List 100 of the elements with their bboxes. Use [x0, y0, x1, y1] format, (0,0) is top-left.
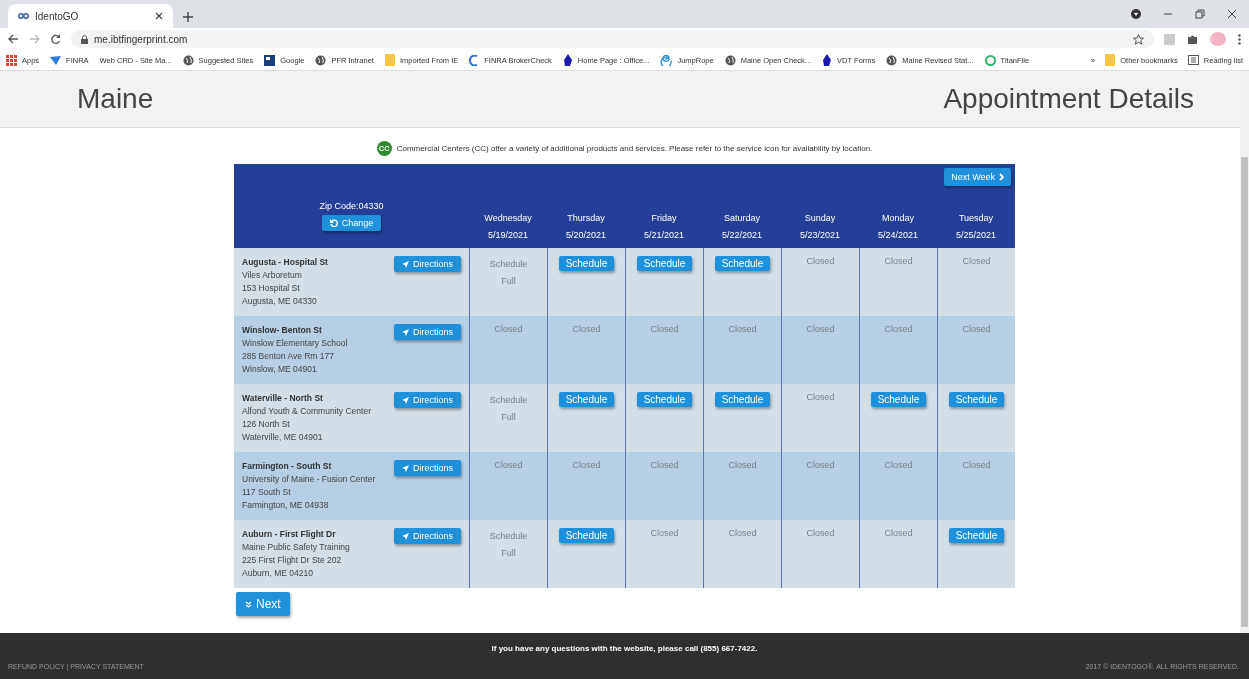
- avatar-icon: [1210, 32, 1226, 46]
- folder-icon: [1105, 54, 1116, 66]
- day-name: Monday: [882, 213, 914, 223]
- day-name: Thursday: [567, 213, 605, 223]
- location-name: Farmington - South St: [242, 460, 333, 473]
- location-name: Auburn - First Flight Dr: [242, 528, 337, 541]
- notice-text: Commercial Centers (CC) offer a variety of additional products and services. Please refer to the service icon for availability by location.: [396, 143, 873, 153]
- ring-icon: [984, 54, 996, 66]
- location-name: Winslow- Benton St: [242, 324, 323, 337]
- reload-icon: [50, 33, 61, 45]
- day-date: 5/24/2021: [877, 230, 918, 240]
- address-bar[interactable]: me.ibtfingerprint.com: [71, 30, 1154, 48]
- tile-icon: [264, 54, 276, 66]
- closed-status: Closed: [962, 324, 991, 336]
- extension-square-icon: [1164, 33, 1175, 45]
- site-logo-icon: [18, 13, 29, 19]
- day-name: Tuesday: [958, 213, 994, 223]
- close-icon: [155, 12, 163, 20]
- address-line: Viles Arboretum: [242, 269, 303, 282]
- closed-status: Closed: [572, 324, 601, 336]
- figure-icon: [822, 54, 833, 66]
- closed-status: Closed: [650, 460, 679, 472]
- forward-icon: [29, 34, 40, 44]
- address-line: Alfond Youth & Community Center: [242, 405, 371, 418]
- globe-icon: [182, 54, 194, 66]
- star-icon: [1133, 33, 1144, 45]
- closed-status: Closed: [884, 528, 913, 540]
- address-line: Winslow Elementary School: [242, 337, 348, 350]
- address-line: Maine Public Safety Training: [242, 541, 350, 554]
- page-title: Appointment Details: [943, 83, 1194, 115]
- close-icon: [1227, 9, 1237, 19]
- closed-status: Closed: [884, 460, 913, 472]
- closed-status: Closed: [806, 528, 835, 540]
- day-date: 5/25/2021: [955, 230, 996, 240]
- day-date: 5/22/2021: [721, 230, 762, 240]
- day-date: 5/23/2021: [799, 230, 840, 240]
- closed-status: Closed: [884, 256, 913, 268]
- day-name: Saturday: [724, 213, 760, 223]
- back-icon: [8, 34, 19, 44]
- location-name: Augusta - Hospital St: [242, 256, 328, 269]
- reading-list-icon: [1187, 55, 1199, 65]
- schedule-full-status: Schedule Full: [488, 394, 529, 424]
- state-title: Maine: [77, 83, 154, 115]
- schedule-full-status: Schedule Full: [488, 258, 529, 288]
- arc-icon: [469, 54, 480, 66]
- lock-icon: [81, 34, 88, 44]
- address-line: 153 Hospital St: [242, 282, 301, 295]
- address-line: Auburn, ME 04210: [242, 567, 314, 580]
- footer-message: If you have any questions with the website, please call (855) 667-7422.: [490, 643, 759, 653]
- address-line: Augusta, ME 04330: [242, 295, 318, 308]
- bird-icon: [50, 55, 62, 65]
- day-name: Wednesday: [484, 213, 532, 223]
- day-name: Friday: [651, 213, 677, 223]
- chevron-right-icon: [999, 173, 1004, 181]
- zip-code: Zip Code:04330: [319, 201, 384, 211]
- globe-icon: [315, 54, 327, 66]
- address-line: Winslow, ME 04901: [242, 363, 318, 376]
- address-line: 285 Benton Ave Rm 177: [242, 350, 335, 363]
- location-arrow-icon: [402, 396, 409, 404]
- scrollbar-thumb[interactable]: [1241, 157, 1248, 627]
- closed-status: Closed: [884, 324, 913, 336]
- closed-status: Closed: [806, 256, 835, 268]
- location-arrow-icon: [402, 328, 409, 336]
- day-date: 5/21/2021: [643, 230, 684, 240]
- url-text: me.ibtfingerprint.com: [94, 33, 188, 45]
- closed-status: Closed: [806, 392, 835, 404]
- schedule-full-status: Schedule Full: [488, 530, 529, 560]
- closed-status: Closed: [728, 324, 757, 336]
- address-line: Farmington, ME 04938: [242, 499, 330, 512]
- address-line: University of Maine - Fusion Center: [242, 473, 376, 486]
- day-name: Sunday: [804, 213, 836, 223]
- browser-tab[interactable]: IdentoGO: [8, 4, 173, 28]
- location-arrow-icon: [402, 532, 409, 540]
- address-line: 126 North St: [242, 418, 291, 431]
- globe-icon: [886, 54, 898, 66]
- closed-status: Closed: [806, 324, 835, 336]
- profile-dot-icon: [1131, 9, 1141, 19]
- address-line: Waterville, ME 04901: [242, 431, 324, 444]
- chevrons-down-icon: [245, 600, 252, 608]
- address-line: 225 First Flight Dr Ste 202: [242, 554, 343, 567]
- undo-icon: [329, 219, 338, 227]
- apps-grid-icon: [6, 54, 17, 66]
- globe-icon: [724, 54, 736, 66]
- location-arrow-icon: [402, 464, 409, 472]
- day-date: 5/20/2021: [565, 230, 606, 240]
- closed-status: Closed: [494, 460, 523, 472]
- closed-status: Closed: [728, 460, 757, 472]
- day-date: 5/19/2021: [487, 230, 528, 240]
- address-line: 117 South St: [242, 486, 292, 499]
- closed-status: Closed: [494, 324, 523, 336]
- figure-icon: [562, 54, 573, 66]
- closed-status: Closed: [650, 324, 679, 336]
- closed-status: Closed: [728, 528, 757, 540]
- menu-icon: [1238, 33, 1241, 45]
- restore-icon: [1195, 9, 1205, 19]
- closed-status: Closed: [650, 528, 679, 540]
- location-name: Waterville - North St: [242, 392, 324, 405]
- closed-status: Closed: [572, 460, 601, 472]
- folder-icon: [384, 54, 395, 66]
- closed-status: Closed: [962, 256, 991, 268]
